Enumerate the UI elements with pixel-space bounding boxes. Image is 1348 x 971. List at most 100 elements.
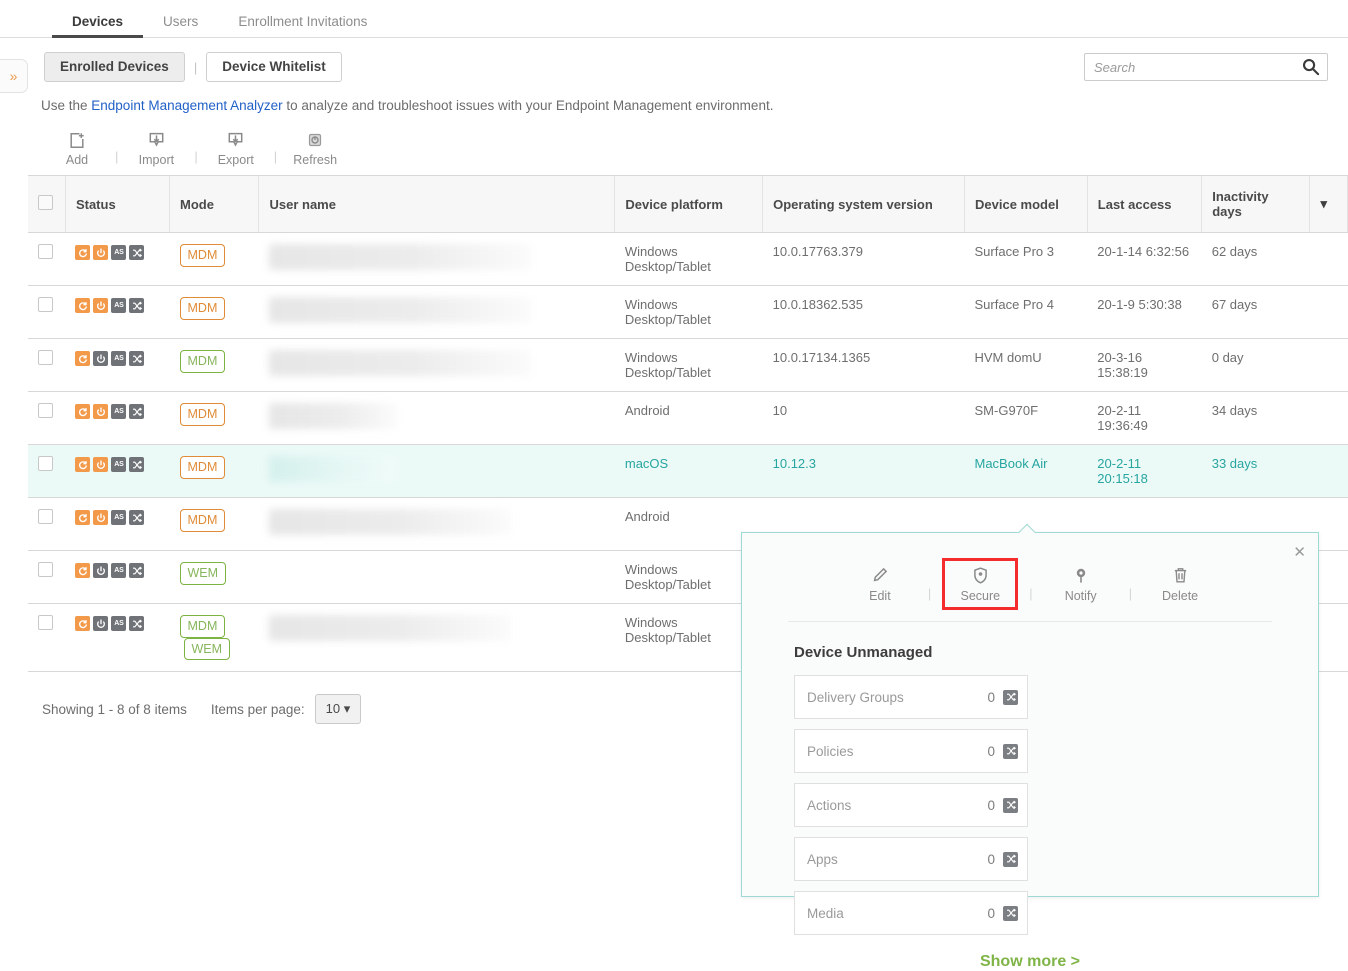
username-redacted [269, 615, 511, 641]
power-status-icon[interactable] [93, 510, 108, 525]
row-end-cell [1310, 286, 1348, 339]
activesync-status-icon[interactable]: AS [111, 404, 126, 419]
row-checkbox[interactable] [38, 403, 53, 418]
row-checkbox[interactable] [38, 350, 53, 365]
close-icon[interactable]: ✕ [1293, 545, 1306, 560]
search-input[interactable] [1084, 53, 1328, 81]
enrolled-devices-button[interactable]: Enrolled Devices [44, 52, 185, 82]
secure-button[interactable]: Secure [945, 561, 1015, 607]
shuffle-status-icon[interactable] [129, 563, 144, 578]
select-all-checkbox[interactable] [38, 195, 53, 210]
shuffle-status-icon[interactable] [129, 510, 144, 525]
summary-card[interactable]: Policies0 [794, 729, 1028, 773]
endpoint-management-analyzer-link[interactable]: Endpoint Management Analyzer [91, 98, 282, 113]
mode-badge: MDM [180, 456, 226, 479]
import-button[interactable]: Import [126, 130, 186, 167]
export-button[interactable]: Export [206, 130, 266, 167]
table-row[interactable]: ASMDMWindows Desktop/Tablet10.0.18362.53… [28, 286, 1348, 339]
toolbar-separator-2: | [194, 149, 197, 164]
activesync-status-icon[interactable]: AS [111, 563, 126, 578]
search-box[interactable] [1084, 53, 1328, 81]
sync-status-icon[interactable] [75, 616, 90, 631]
row-checkbox[interactable] [38, 615, 53, 630]
row-checkbox[interactable] [38, 244, 53, 259]
activesync-status-icon[interactable]: AS [111, 510, 126, 525]
sync-status-icon[interactable] [75, 298, 90, 313]
power-status-icon[interactable] [93, 298, 108, 313]
row-checkbox[interactable] [38, 297, 53, 312]
delete-button[interactable]: Delete [1146, 561, 1214, 607]
row-checkbox[interactable] [38, 562, 53, 577]
row-checkbox[interactable] [38, 509, 53, 524]
items-per-page-select[interactable]: 10 ▾ [315, 694, 362, 724]
summary-card[interactable]: Actions0 [794, 783, 1028, 827]
summary-card-count: 0 [987, 798, 995, 813]
shuffle-status-icon[interactable] [129, 298, 144, 313]
sync-status-icon[interactable] [75, 510, 90, 525]
tab-enrollment-invitations[interactable]: Enrollment Invitations [218, 15, 387, 38]
mode-cell: MDM [170, 339, 259, 392]
notify-button[interactable]: Notify [1047, 561, 1115, 607]
power-status-icon[interactable] [93, 404, 108, 419]
sync-status-icon[interactable] [75, 245, 90, 260]
shuffle-status-icon[interactable] [129, 404, 144, 419]
device-whitelist-button[interactable]: Device Whitelist [206, 52, 342, 82]
sync-status-icon[interactable] [75, 404, 90, 419]
show-more-link[interactable]: Show more > [742, 953, 1318, 971]
activesync-status-icon[interactable]: AS [111, 351, 126, 366]
status-icon-group: AS [75, 403, 159, 419]
power-status-icon[interactable] [93, 457, 108, 472]
mode-cell: MDM [170, 392, 259, 445]
link-icon [1003, 906, 1018, 921]
edit-button[interactable]: Edit [846, 561, 914, 607]
column-header-username[interactable]: User name [259, 176, 615, 233]
os-version-cell: 10.0.17134.1365 [763, 339, 965, 392]
pencil-icon [872, 565, 888, 585]
row-select-cell [28, 339, 65, 392]
sync-status-icon[interactable] [75, 563, 90, 578]
inactivity-cell: 67 days [1202, 286, 1310, 339]
column-header-platform[interactable]: Device platform [615, 176, 763, 233]
row-select-cell [28, 286, 65, 339]
shuffle-status-icon[interactable] [129, 351, 144, 366]
table-row[interactable]: ASMDMWindows Desktop/Tablet10.0.17134.13… [28, 339, 1348, 392]
bell-pin-icon [1074, 565, 1088, 585]
column-header-status[interactable]: Status [65, 176, 169, 233]
column-header-os[interactable]: Operating system version [763, 176, 965, 233]
tab-users[interactable]: Users [143, 15, 218, 38]
column-header-lastaccess[interactable]: Last access [1087, 176, 1201, 233]
refresh-button[interactable]: Refresh [285, 130, 345, 167]
column-header-model[interactable]: Device model [965, 176, 1088, 233]
summary-card[interactable]: Delivery Groups0 [794, 675, 1028, 719]
activesync-status-icon[interactable]: AS [111, 298, 126, 313]
power-status-icon[interactable] [93, 563, 108, 578]
search-icon[interactable] [1301, 57, 1320, 76]
power-status-icon[interactable] [93, 245, 108, 260]
mode-cell: MDMWEM [170, 604, 259, 672]
activesync-status-icon[interactable]: AS [111, 245, 126, 260]
sync-status-icon[interactable] [75, 457, 90, 472]
sync-status-icon[interactable] [75, 351, 90, 366]
platform-cell: Windows Desktop/Tablet [615, 286, 763, 339]
add-button[interactable]: Add [47, 130, 107, 167]
status-cell: AS [65, 286, 169, 339]
power-status-icon[interactable] [93, 351, 108, 366]
table-row[interactable]: ASMDMAndroid10SM-G970F20-2-11 19:36:4934… [28, 392, 1348, 445]
summary-card[interactable]: Apps0 [794, 837, 1028, 881]
summary-card[interactable]: Media0 [794, 891, 1028, 935]
row-checkbox[interactable] [38, 456, 53, 471]
last-access-cell: 20-1-14 6:32:56 [1087, 233, 1201, 286]
power-status-icon[interactable] [93, 616, 108, 631]
activesync-status-icon[interactable]: AS [111, 616, 126, 631]
shuffle-status-icon[interactable] [129, 245, 144, 260]
secure-label: Secure [960, 589, 1000, 603]
column-header-inactivity[interactable]: Inactivity days [1202, 176, 1310, 233]
column-chooser-button[interactable]: ▾ [1310, 176, 1348, 233]
activesync-status-icon[interactable]: AS [111, 457, 126, 472]
tab-devices[interactable]: Devices [52, 15, 143, 38]
column-header-mode[interactable]: Mode [170, 176, 259, 233]
table-row[interactable]: ASMDMWindows Desktop/Tablet10.0.17763.37… [28, 233, 1348, 286]
shuffle-status-icon[interactable] [129, 457, 144, 472]
table-row[interactable]: ASMDMmacOS10.12.3MacBook Air20-2-11 20:1… [28, 445, 1348, 498]
shuffle-status-icon[interactable] [129, 616, 144, 631]
